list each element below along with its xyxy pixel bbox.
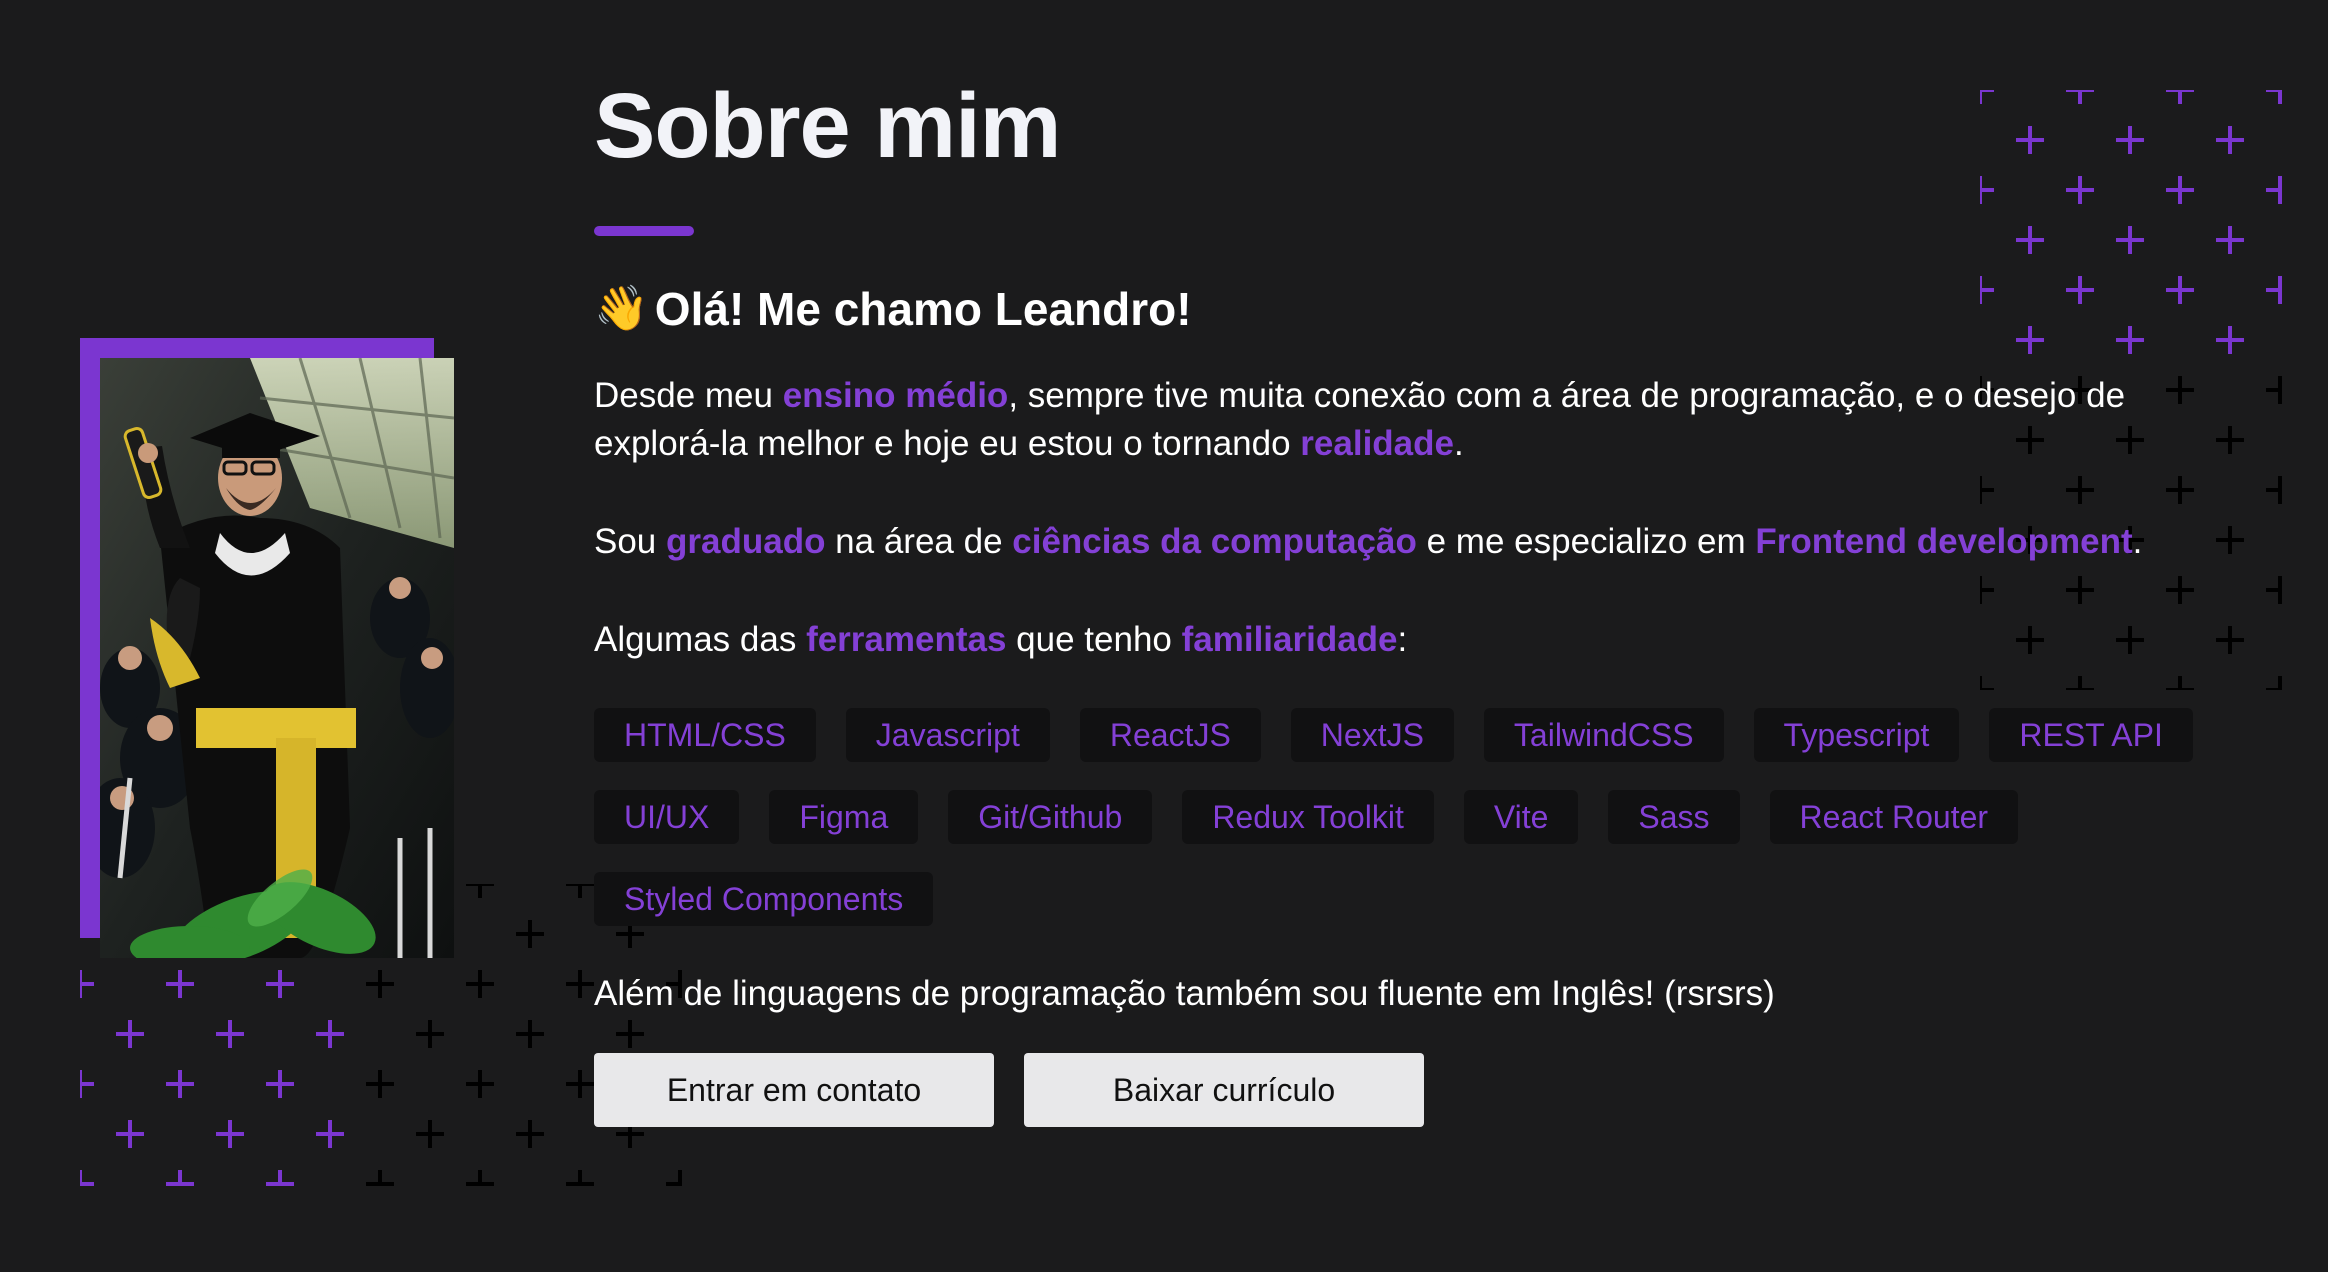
page-title: Sobre mim <box>594 75 1061 177</box>
text-segment: : <box>1397 620 1408 659</box>
plus-mark <box>566 970 594 998</box>
plus-mark <box>116 1120 144 1148</box>
plus-mark <box>2266 576 2282 604</box>
plus-mark <box>516 920 544 948</box>
download-cv-button[interactable]: Baixar currículo <box>1024 1053 1424 1127</box>
text-segment: na área de <box>825 522 1013 561</box>
intro-paragraph: Desde meu ensino médio, sempre tive muit… <box>594 372 2204 468</box>
tool-tag: Typescript <box>1753 708 1960 762</box>
highlight-ciencias-computacao: ciências da computação <box>1012 522 1417 561</box>
tool-tag: Sass <box>1608 790 1740 844</box>
highlight-graduado: graduado <box>666 522 826 561</box>
text-segment: . <box>2132 522 2143 561</box>
plus-mark <box>316 1020 344 1048</box>
greeting: 👋 Olá! Me chamo Leandro! <box>594 282 2214 336</box>
tool-tag: REST API <box>1989 708 2193 762</box>
plus-mark <box>2266 376 2282 404</box>
plus-mark <box>366 1070 394 1098</box>
plus-mark <box>2266 276 2282 304</box>
plus-mark <box>2216 326 2244 354</box>
plus-mark <box>166 1170 194 1186</box>
plus-mark <box>2216 126 2244 154</box>
about-section: Sobre mim 👋 Olá! Me chamo Leandro! Desde… <box>594 70 2214 1127</box>
plus-mark <box>80 1070 94 1098</box>
plus-mark <box>2216 626 2244 654</box>
plus-mark <box>316 1120 344 1148</box>
text-segment: Algumas das <box>594 620 807 659</box>
plus-mark <box>466 884 494 898</box>
plus-mark <box>516 1120 544 1148</box>
tool-tag: TailwindCSS <box>1483 708 1724 762</box>
tool-tag: React Router <box>1769 790 2019 844</box>
tools-intro-paragraph: Algumas das ferramentas que tenho famili… <box>594 616 2204 664</box>
profile-photo <box>100 358 454 958</box>
plus-mark <box>2266 676 2282 690</box>
title-underline <box>594 226 694 236</box>
plus-mark <box>2266 90 2282 104</box>
greeting-text: Olá! Me chamo Leandro! <box>654 283 1192 335</box>
languages-note: Além de linguagens de programação também… <box>594 974 1775 1013</box>
plus-mark <box>466 1170 494 1186</box>
highlight-ensino-medio: ensino médio <box>782 376 1009 415</box>
text-segment: que tenho <box>1006 620 1182 659</box>
plus-mark <box>416 1020 444 1048</box>
plus-mark <box>416 1120 444 1148</box>
plus-mark <box>166 1070 194 1098</box>
tools-tag-list: HTML/CSS Javascript ReactJS NextJS Tailw… <box>594 708 2234 926</box>
plus-mark <box>2216 226 2244 254</box>
plus-mark <box>366 970 394 998</box>
text-segment: e me especializo em <box>1416 522 1756 561</box>
plus-mark <box>516 1020 544 1048</box>
plus-mark <box>266 1170 294 1186</box>
profile-photo-container <box>80 338 454 958</box>
plus-mark <box>266 1070 294 1098</box>
tool-tag: UI/UX <box>594 790 740 844</box>
action-buttons: Entrar em contato Baixar currículo <box>594 1053 2214 1127</box>
plus-mark <box>266 970 294 998</box>
plus-mark <box>80 1170 94 1186</box>
plus-mark <box>566 1170 594 1186</box>
text-segment: . <box>1454 424 1464 463</box>
plus-mark <box>216 1020 244 1048</box>
plus-mark <box>466 1070 494 1098</box>
tool-tag: Git/Github <box>948 790 1153 844</box>
education-paragraph: Sou graduado na área de ciências da comp… <box>594 518 2204 566</box>
contact-button[interactable]: Entrar em contato <box>594 1053 994 1127</box>
tool-tag: Javascript <box>845 708 1050 762</box>
plus-mark <box>80 970 94 998</box>
plus-mark <box>666 1170 682 1186</box>
plus-mark <box>2216 426 2244 454</box>
highlight-realidade: realidade <box>1300 424 1454 463</box>
tool-tag: Styled Components <box>594 872 934 926</box>
highlight-frontend-development: Frontend development <box>1755 522 2133 561</box>
plus-mark <box>566 1070 594 1098</box>
waving-hand-icon: 👋 <box>594 284 649 333</box>
plus-mark <box>466 970 494 998</box>
tool-tag: Vite <box>1463 790 1579 844</box>
text-segment: Desde meu <box>594 376 783 415</box>
tool-tag: NextJS <box>1290 708 1454 762</box>
plus-mark <box>166 970 194 998</box>
plus-mark <box>2216 526 2244 554</box>
highlight-familiaridade: familiaridade <box>1181 620 1398 659</box>
plus-mark <box>2266 476 2282 504</box>
highlight-ferramentas: ferramentas <box>806 620 1007 659</box>
text-segment: Sou <box>594 522 666 561</box>
plus-mark <box>566 884 594 898</box>
tool-tag: Figma <box>769 790 919 844</box>
plus-mark <box>2266 176 2282 204</box>
tool-tag: HTML/CSS <box>594 708 816 762</box>
tool-tag: ReactJS <box>1079 708 1261 762</box>
plus-mark <box>116 1020 144 1048</box>
plus-mark <box>216 1120 244 1148</box>
tool-tag: Redux Toolkit <box>1182 790 1434 844</box>
plus-mark <box>366 1170 394 1186</box>
